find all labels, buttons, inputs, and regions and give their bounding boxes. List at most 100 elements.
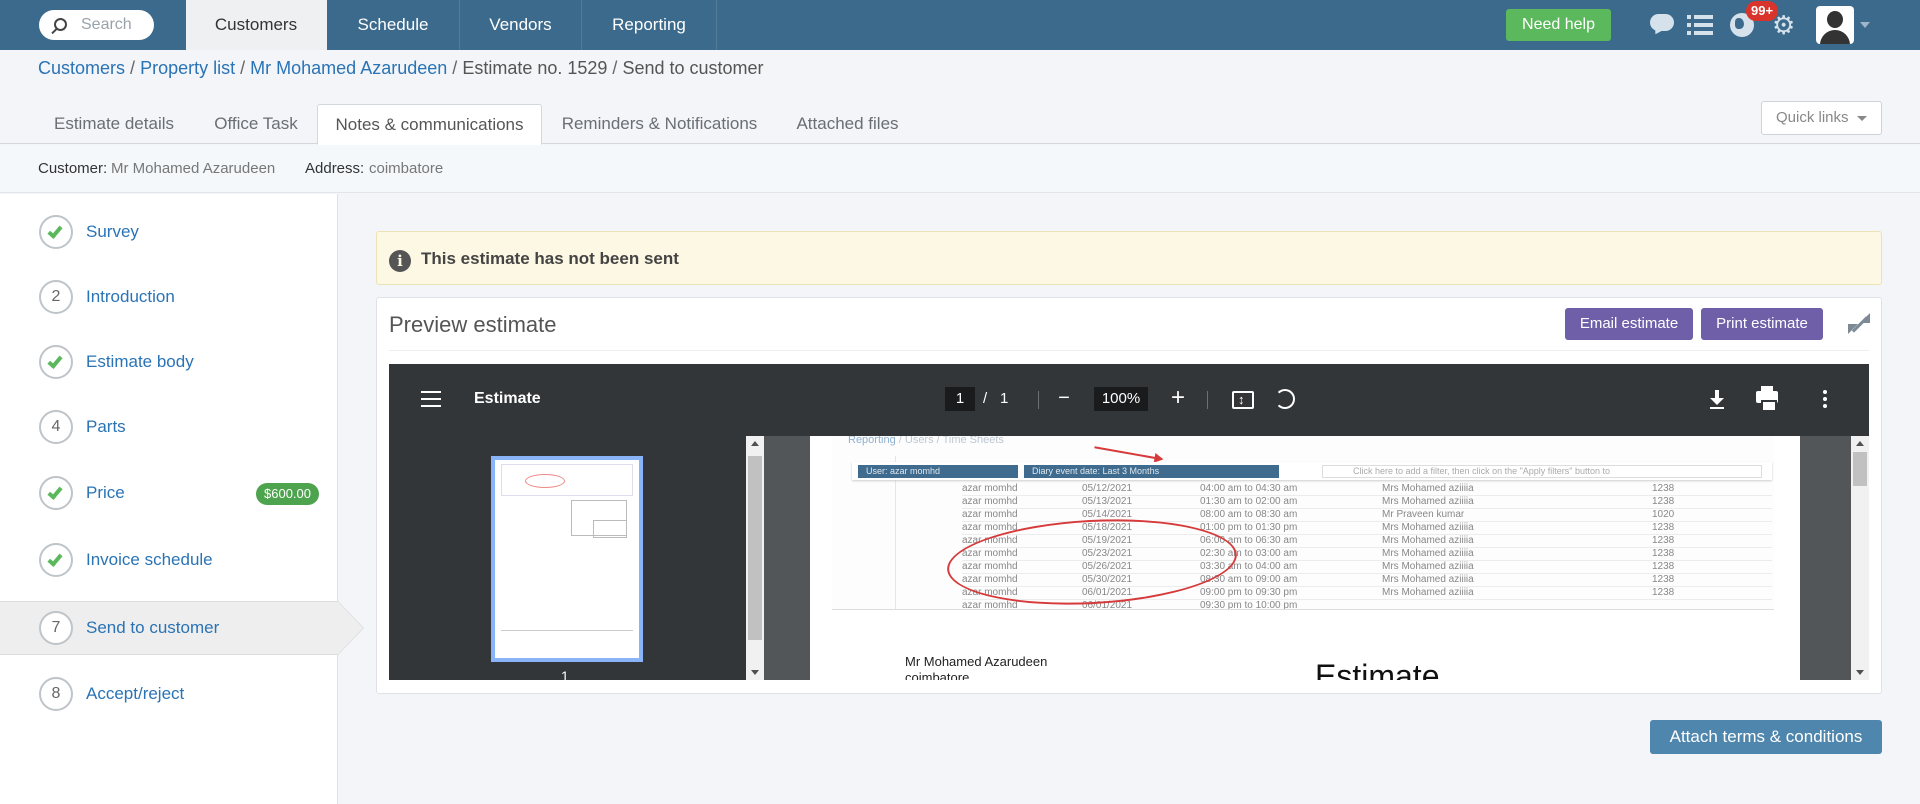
gear-icon[interactable]: ⚙ (1772, 12, 1798, 38)
thumbnail-totals (593, 520, 627, 538)
step-label: Price (86, 483, 125, 502)
need-help-button[interactable]: Need help (1506, 9, 1611, 41)
pdf-page: Reporting / Users / Time Sheets User: az… (810, 436, 1800, 680)
nav-tab-schedule[interactable]: Schedule (327, 0, 460, 50)
page-customer-name: Mr Mohamed Azarudeen (905, 654, 1048, 669)
tab-estimate-details[interactable]: Estimate details (38, 104, 190, 144)
step-label: Survey (86, 222, 139, 241)
step-parts[interactable]: 4 Parts (0, 401, 338, 453)
step-introduction[interactable]: 2 Introduction (0, 271, 338, 323)
tab-office-task[interactable]: Office Task (200, 104, 312, 144)
page-customer-city: coimbatore (905, 670, 970, 680)
thumbnail-screenshot (501, 464, 633, 496)
chevron-down-icon[interactable] (1860, 22, 1870, 28)
panel-title: Preview estimate (389, 312, 557, 337)
embedded-crumb-link: Reporting (848, 436, 896, 446)
check-icon (47, 551, 63, 567)
nav-tab-reporting[interactable]: Reporting (582, 0, 717, 50)
scroll-down-icon[interactable] (751, 670, 759, 675)
thumbnail-line (501, 630, 633, 631)
alert-text: This estimate has not been sent (421, 249, 679, 268)
step-send-to-customer[interactable]: 7 Send to customer (0, 601, 364, 655)
embedded-breadcrumb: Reporting / Users / Time Sheets (848, 436, 1004, 446)
customer-value: Mr Mohamed Azarudeen (111, 160, 276, 177)
avatar[interactable] (1816, 6, 1854, 44)
embedded-filter-bar: User: azar momhd Diary event date: Last … (852, 462, 1772, 480)
breadcrumb-estimate: Estimate no. 1529 (462, 58, 608, 78)
search-input[interactable]: Search (39, 10, 154, 40)
nav-tab-vendors[interactable]: Vendors (460, 0, 582, 50)
tab-reminders-notifications[interactable]: Reminders & Notifications (552, 104, 767, 144)
thumbnail-scrollbar[interactable] (746, 436, 764, 680)
step-survey[interactable]: Survey (0, 206, 338, 258)
step-number: 7 (39, 611, 73, 645)
quick-links-label: Quick links (1776, 109, 1849, 126)
fit-page-icon[interactable] (1232, 389, 1254, 411)
tab-attached-files[interactable]: Attached files (780, 104, 915, 144)
menu-icon[interactable] (421, 391, 441, 407)
attach-terms-button[interactable]: Attach terms & conditions (1650, 720, 1882, 754)
rotate-icon[interactable] (1275, 389, 1295, 409)
step-number: 8 (39, 677, 73, 711)
table-row: azar momhd 05/13/2021 01:30 am to 02:00 am… (962, 496, 1772, 509)
step-invoice-schedule[interactable]: Invoice schedule (0, 534, 338, 586)
breadcrumb-property-list[interactable]: Property list (140, 58, 235, 78)
search-icon (54, 18, 67, 31)
step-accept-reject[interactable]: 8 Accept/reject (0, 668, 338, 720)
scroll-up-icon[interactable] (1856, 441, 1864, 446)
price-badge: $600.00 (256, 483, 319, 505)
search-placeholder: Search (81, 16, 132, 33)
scroll-up-icon[interactable] (751, 441, 759, 446)
info-icon: i (389, 250, 411, 272)
chat-icon[interactable] (1650, 13, 1676, 37)
page-number-input[interactable]: 1 (945, 387, 975, 411)
page-thumbnail[interactable] (491, 456, 643, 662)
tab-notes-communications[interactable]: Notes & communications (317, 104, 542, 145)
zoom-in-icon[interactable]: + (1167, 386, 1189, 410)
page-estimate-heading: Estimate (1315, 658, 1440, 680)
filter-chip-user: User: azar momhd (858, 465, 1018, 478)
breadcrumb-customers[interactable]: Customers (38, 58, 125, 78)
zoom-out-icon[interactable]: − (1053, 387, 1075, 409)
step-marker (39, 345, 73, 379)
scrollbar-thumb[interactable] (748, 456, 762, 640)
step-number: 4 (39, 410, 73, 444)
print-icon[interactable] (1756, 386, 1778, 412)
expand-icon[interactable] (1847, 313, 1871, 335)
scroll-down-icon[interactable] (1856, 670, 1864, 675)
download-icon[interactable] (1707, 388, 1729, 410)
red-arrow (1094, 446, 1160, 460)
print-estimate-button[interactable]: Print estimate (1701, 308, 1823, 340)
step-marker (39, 215, 73, 249)
breadcrumb-customer-name[interactable]: Mr Mohamed Azarudeen (250, 58, 447, 78)
more-vertical-icon[interactable] (1823, 390, 1827, 408)
zoom-input[interactable]: 100% (1094, 387, 1148, 411)
step-price[interactable]: Price $600.00 (0, 467, 338, 519)
preview-estimate-panel: Preview estimate Email estimate Print es… (376, 297, 1882, 694)
top-nav-bar: Search Customers Schedule Vendors Report… (0, 0, 1920, 50)
page-total: 1 (1000, 390, 1009, 407)
step-estimate-body[interactable]: Estimate body (0, 336, 338, 388)
breadcrumb-current-step: Send to customer (622, 58, 764, 78)
toolbar-divider (1207, 391, 1208, 409)
step-label: Send to customer (86, 618, 220, 637)
pdf-toolbar: Estimate 1 / 1 − 100% + (389, 364, 1869, 436)
document-scrollbar[interactable] (1851, 436, 1869, 680)
pdf-viewer[interactable]: Estimate 1 / 1 − 100% + ↕ 1 Reporting / … (389, 364, 1869, 680)
list-icon[interactable] (1687, 13, 1713, 37)
breadcrumb-separator: / (452, 58, 458, 78)
nav-tab-customers[interactable]: Customers (186, 0, 327, 50)
step-marker (39, 476, 73, 510)
step-label: Parts (86, 417, 126, 436)
quick-links-dropdown[interactable]: Quick links (1761, 101, 1882, 135)
pdf-thumbnail-sidebar: 1 (389, 436, 764, 680)
scrollbar-thumb[interactable] (1853, 452, 1867, 486)
check-icon (47, 353, 63, 369)
breadcrumb-separator: / (612, 58, 618, 78)
breadcrumb: Customers / Property list / Mr Mohamed A… (38, 58, 764, 82)
email-estimate-button[interactable]: Email estimate (1565, 308, 1693, 340)
address-label: Address: (305, 160, 365, 177)
steps-sidebar: Survey 2 Introduction Estimate body 4 Pa… (0, 194, 364, 804)
address-value: coimbatore (369, 160, 444, 177)
step-label: Introduction (86, 287, 175, 306)
